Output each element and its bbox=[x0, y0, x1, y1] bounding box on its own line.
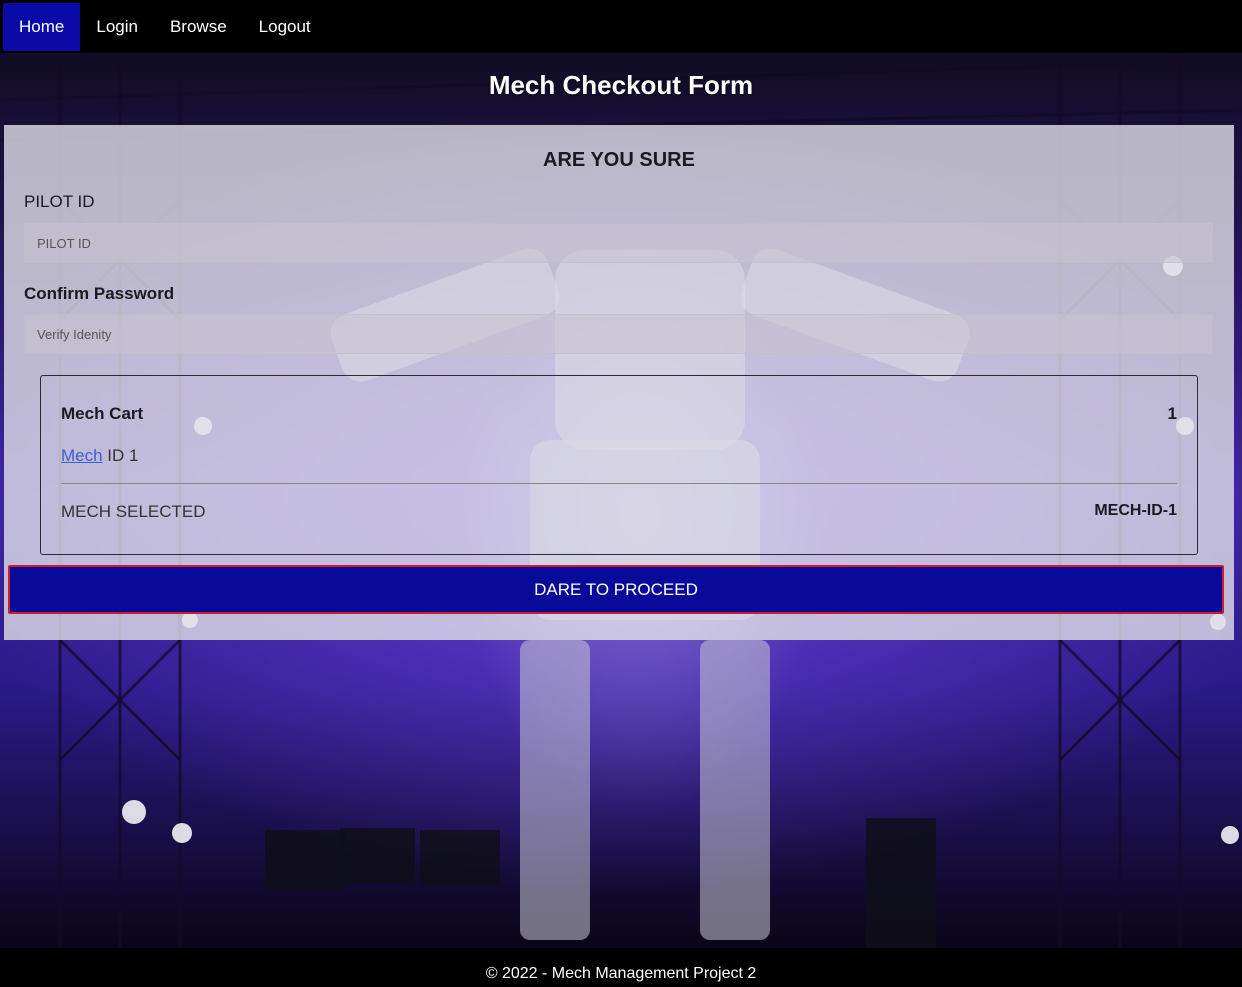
page-title: Mech Checkout Form bbox=[488, 70, 754, 100]
dare-to-proceed-button[interactable]: DARE TO PROCEED bbox=[8, 565, 1224, 614]
mech-selected-value: MECH-ID-1 bbox=[1094, 502, 1177, 519]
nav-logout-link[interactable]: Logout bbox=[243, 3, 327, 51]
form-heading: ARE YOU SURE bbox=[543, 149, 695, 171]
cart-item: Mech ID 1 bbox=[61, 446, 138, 466]
confirm-password-label: Confirm Password bbox=[24, 284, 175, 303]
mech-cart: Mech Cart 1 Mech ID 1 MECH SELECTED MECH… bbox=[40, 375, 1198, 555]
cart-item-id: ID 1 bbox=[102, 446, 139, 465]
confirm-password-input[interactable] bbox=[24, 314, 1213, 354]
mech-link[interactable]: Mech bbox=[61, 446, 103, 465]
pilot-id-input[interactable] bbox=[24, 223, 1213, 263]
checkout-form-panel: ARE YOU SURE PILOT ID Confirm Password M… bbox=[4, 125, 1234, 640]
nav-home-link[interactable]: Home bbox=[3, 2, 81, 51]
cart-divider bbox=[61, 483, 1177, 484]
nav-browse-link[interactable]: Browse bbox=[154, 3, 243, 51]
mech-selected-label: MECH SELECTED bbox=[61, 502, 206, 521]
footer-copyright: © 2022 - Mech Management Project 2 bbox=[485, 965, 757, 982]
top-navbar: Home Login Browse Logout bbox=[0, 0, 1242, 53]
nav-login-link[interactable]: Login bbox=[80, 3, 154, 51]
cart-count: 1 bbox=[1167, 404, 1177, 423]
footer: © 2022 - Mech Management Project 2 bbox=[0, 948, 1242, 987]
cart-title: Mech Cart bbox=[61, 404, 144, 423]
pilot-id-label: PILOT ID bbox=[24, 192, 95, 211]
